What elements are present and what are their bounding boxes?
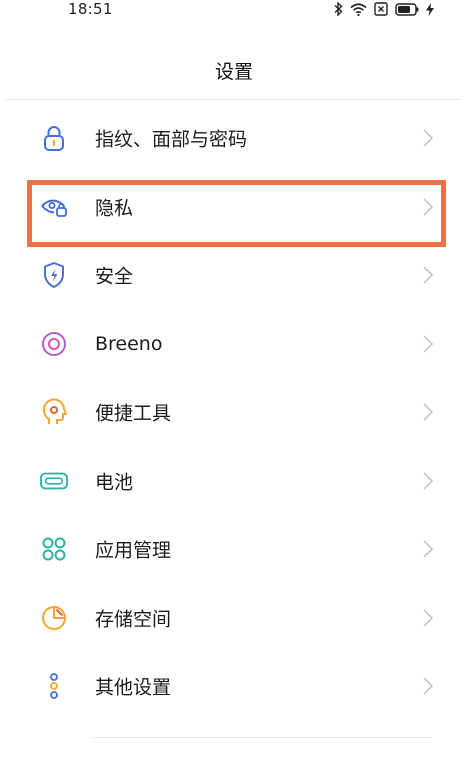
chevron-right-icon [423,403,434,421]
bottom-divider [92,737,432,738]
lock-icon [40,124,68,152]
privacy-eye-icon [40,193,68,221]
chevron-right-icon [423,472,434,490]
battery-icon [395,2,419,16]
settings-list: 指纹、面部与密码 隐私 安全 Breeno 便捷工具 电池 应用管理 存储空间 … [0,104,468,721]
wifi-icon [350,2,367,16]
settings-item-breeno[interactable]: Breeno [0,310,468,379]
settings-item-label: 存储空间 [95,608,172,631]
chevron-right-icon [423,609,434,627]
charging-icon [426,2,434,16]
header-divider [6,99,462,100]
settings-item-label: 便捷工具 [95,402,172,425]
settings-item-label: 电池 [95,471,134,494]
status-time: 18:51 [68,0,113,18]
settings-item-battery[interactable]: 电池 [0,447,468,516]
smart-head-icon [40,398,68,426]
chevron-right-icon [423,677,434,695]
chevron-right-icon [423,129,434,147]
settings-screen: 18:51 设置 指纹、面部与密码 隐私 安全 Breeno 便捷工具 电池 应… [0,0,468,762]
settings-item-label: 指纹、面部与密码 [95,128,248,151]
more-icon [40,672,68,700]
settings-item-label: 其他设置 [95,676,172,699]
settings-item-label: 应用管理 [95,539,172,562]
shield-icon [40,261,68,289]
settings-item-privacy[interactable]: 隐私 [0,173,468,242]
settings-item-app-management[interactable]: 应用管理 [0,515,468,584]
storage-icon [40,604,68,632]
settings-item-storage[interactable]: 存储空间 [0,584,468,653]
status-icons [334,2,434,16]
settings-item-label: 安全 [95,265,134,288]
apps-icon [40,535,68,563]
settings-item-fingerprint-face-password[interactable]: 指纹、面部与密码 [0,104,468,173]
chevron-right-icon [423,198,434,216]
status-bar: 18:51 [0,0,468,22]
settings-item-other-settings[interactable]: 其他设置 [0,652,468,721]
chevron-right-icon [423,540,434,558]
settings-item-label: 隐私 [95,197,134,220]
chevron-right-icon [423,266,434,284]
chevron-right-icon [423,335,434,353]
page-title: 设置 [214,61,253,83]
battery-icon [40,467,68,495]
breeno-icon [40,330,68,358]
settings-item-label: Breeno [95,332,163,355]
settings-item-security[interactable]: 安全 [0,241,468,310]
sim-icon [374,2,388,16]
settings-item-convenience-tools[interactable]: 便捷工具 [0,378,468,447]
bluetooth-icon [334,2,343,16]
